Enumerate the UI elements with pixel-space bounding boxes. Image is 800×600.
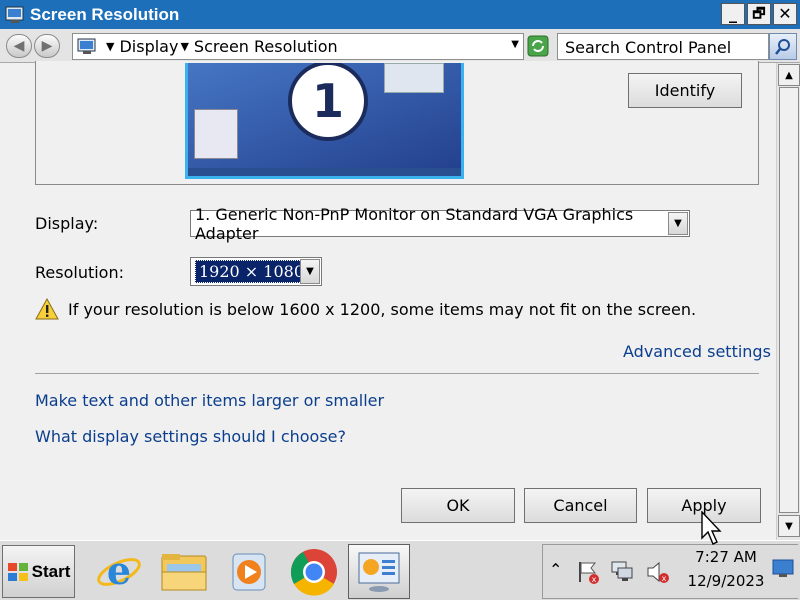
clock-time[interactable]: 7:27 AM — [690, 548, 762, 566]
vertical-scrollbar[interactable]: ▲ ▼ — [776, 63, 800, 540]
mouse-cursor-icon — [701, 511, 722, 545]
monitor-number: 1 — [311, 74, 344, 128]
svg-text:x: x — [592, 575, 597, 584]
warning-text: If your resolution is below 1600 x 1200,… — [68, 299, 697, 319]
preview-start-menu — [194, 109, 238, 159]
minimize-button[interactable]: _ — [721, 3, 745, 25]
close-button[interactable]: ✕ — [773, 3, 797, 25]
breadcrumb-screen-resolution[interactable]: Screen Resolution — [194, 37, 338, 56]
back-arrow-icon: ◀ — [13, 38, 25, 54]
content-area: 1 Identify Display: 1. Generic Non-PnP M… — [0, 61, 776, 540]
windows-logo-icon — [7, 562, 28, 581]
resolution-warning: If your resolution is below 1600 x 1200,… — [35, 298, 696, 320]
back-button[interactable]: ◀ — [6, 34, 32, 58]
taskbar-media-player[interactable] — [218, 544, 280, 599]
display-settings-icon — [358, 552, 400, 592]
internet-explorer-icon: e — [97, 548, 141, 593]
chevron-up-icon: ▲ — [785, 69, 793, 81]
chrome-icon — [290, 548, 337, 596]
search-button[interactable] — [769, 33, 797, 60]
identify-button[interactable]: Identify — [628, 73, 742, 108]
preview-window — [384, 63, 444, 93]
media-player-icon — [232, 553, 266, 590]
address-dropdown-icon[interactable]: ▼ — [511, 39, 519, 50]
display-select-value: 1. Generic Non-PnP Monitor on Standard V… — [195, 204, 634, 243]
svg-text:e: e — [107, 548, 131, 593]
show-hidden-icons-chevron-icon[interactable]: ⌃ — [549, 560, 562, 579]
start-button[interactable]: Start — [2, 545, 75, 598]
clock-date[interactable]: 12/9/2023 — [686, 572, 766, 590]
warning-icon — [35, 298, 59, 320]
cancel-button[interactable]: Cancel — [524, 488, 637, 523]
search-icon — [775, 38, 790, 55]
taskbar-screen-resolution[interactable] — [348, 544, 410, 599]
show-desktop-icon[interactable] — [771, 557, 795, 579]
resolution-select[interactable]: 1920 × 1080 ▼ — [190, 257, 322, 286]
volume-muted-icon[interactable]: x — [645, 559, 671, 585]
close-icon: ✕ — [778, 4, 792, 23]
chevron-down-icon[interactable]: ▼ — [668, 212, 688, 235]
start-label: Start — [31, 561, 71, 581]
monitor-preview[interactable]: 1 — [185, 63, 464, 179]
resolution-label: Resolution: — [35, 263, 124, 282]
breadcrumb-chevron-icon[interactable]: ▼ — [180, 40, 188, 53]
text-size-link[interactable]: Make text and other items larger or smal… — [35, 391, 384, 410]
control-panel-icon — [77, 38, 96, 54]
taskbar-file-explorer[interactable] — [153, 544, 215, 599]
svg-text:x: x — [662, 574, 667, 583]
resolution-select-value: 1920 × 1080 — [195, 260, 309, 283]
chevron-down-icon[interactable]: ▼ — [300, 259, 320, 284]
scroll-thumb[interactable] — [779, 87, 799, 513]
restore-icon: 🗗 — [752, 6, 766, 22]
address-toolbar: ◀ ▶ ▼ Display ▼ Screen Resolution ▼ Sear… — [0, 29, 800, 63]
display-select[interactable]: 1. Generic Non-PnP Monitor on Standard V… — [190, 205, 690, 243]
maximize-button[interactable]: 🗗 — [747, 3, 771, 25]
breadcrumb-chevron-icon[interactable]: ▼ — [106, 40, 114, 53]
taskbar-internet-explorer[interactable]: e — [88, 544, 150, 599]
forward-arrow-icon: ▶ — [41, 38, 53, 54]
action-center-flag-icon[interactable]: x — [575, 559, 601, 585]
search-input[interactable]: Search Control Panel — [557, 33, 769, 60]
refresh-icon[interactable] — [527, 35, 549, 57]
folder-icon — [161, 553, 207, 590]
window-title: Screen Resolution — [30, 4, 180, 24]
control-panel-icon — [5, 6, 24, 23]
chevron-down-icon: ▼ — [785, 520, 793, 532]
ok-button[interactable]: OK — [401, 488, 515, 523]
advanced-settings-link[interactable]: Advanced settings — [623, 342, 771, 361]
taskbar-chrome[interactable] — [283, 544, 345, 599]
forward-button[interactable]: ▶ — [34, 34, 60, 58]
address-box[interactable]: ▼ Display ▼ Screen Resolution ▼ — [72, 33, 524, 60]
breadcrumb-display[interactable]: Display — [119, 37, 178, 56]
monitor-number-badge: 1 — [288, 63, 368, 141]
network-icon[interactable] — [609, 559, 635, 585]
taskbar: Start e ⌃ x x 7:27 AM 12/9/2023 — [0, 540, 800, 600]
divider — [35, 373, 759, 374]
preview-taskbar — [188, 168, 461, 176]
display-help-link[interactable]: What display settings should I choose? — [35, 427, 346, 446]
minimize-icon: _ — [729, 4, 737, 23]
display-label: Display: — [35, 214, 99, 233]
scroll-down-button[interactable]: ▼ — [778, 515, 800, 537]
title-bar: Screen Resolution _ 🗗 ✕ — [0, 0, 800, 29]
scroll-up-button[interactable]: ▲ — [778, 64, 800, 86]
